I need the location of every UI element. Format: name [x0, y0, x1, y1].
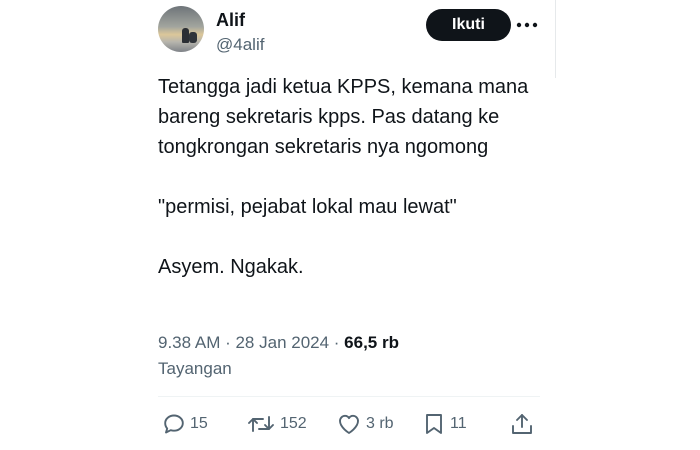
views-label: Tayangan: [158, 359, 232, 378]
tweet: Alif @4alif Ikuti Tetangga jadi ketua KP…: [140, 0, 556, 450]
repost-count: 152: [280, 415, 307, 432]
avatar-person-2: [189, 32, 197, 43]
reply-button[interactable]: 15: [162, 408, 208, 440]
bookmark-count: 11: [450, 415, 467, 432]
tweet-paragraph: Asyem. Ngakak.: [158, 256, 304, 278]
avatar-person: [182, 28, 189, 43]
share-button[interactable]: [510, 408, 534, 440]
reply-icon: [164, 414, 184, 434]
more-button[interactable]: [512, 12, 542, 38]
view-count: 66,5 rb: [344, 333, 399, 352]
repost-icon: [248, 416, 274, 432]
reply-count: 15: [190, 415, 208, 432]
tweet-paragraph: Tetangga jadi ketua KPPS, kemana mana ba…: [158, 76, 529, 158]
author-handle[interactable]: @4alif: [216, 35, 264, 55]
repost-button[interactable]: 152: [246, 408, 307, 440]
like-button[interactable]: 3 rb: [336, 408, 394, 440]
follow-button[interactable]: Ikuti: [426, 9, 511, 41]
share-icon: [512, 414, 532, 434]
tweet-meta: 9.38 AM · 28 Jan 2024 · 66,5 rb: [158, 333, 399, 353]
divider: [158, 396, 540, 397]
more-icon: [516, 22, 538, 28]
avatar[interactable]: [158, 6, 204, 52]
tweet-paragraph: "permisi, pejabat lokal mau lewat": [158, 196, 457, 218]
bookmark-icon: [426, 414, 442, 434]
author-name[interactable]: Alif: [216, 10, 245, 31]
timestamp[interactable]: 9.38 AM · 28 Jan 2024 ·: [158, 333, 344, 352]
like-icon: [339, 414, 359, 434]
tweet-text: Tetangga jadi ketua KPPS, kemana mana ba…: [158, 72, 550, 282]
action-bar: 15 152 3 rb 11: [158, 408, 542, 440]
bookmark-button[interactable]: 11: [422, 408, 467, 440]
like-count: 3 rb: [366, 415, 394, 432]
